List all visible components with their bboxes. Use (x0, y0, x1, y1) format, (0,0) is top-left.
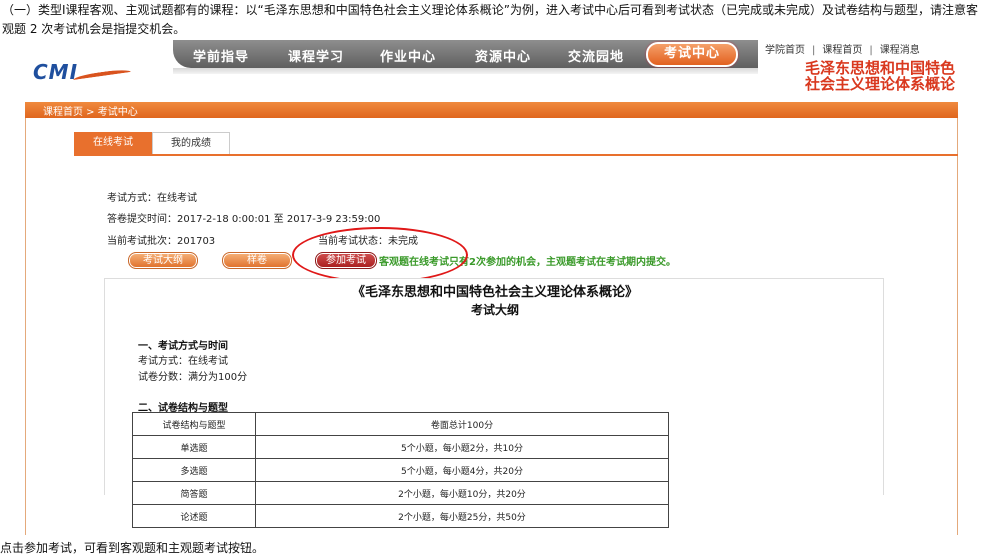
main-nav: 学前指导 课程学习 作业中心 资源中心 交流园地 考试中心 (173, 40, 758, 68)
logo-text: CMI (33, 60, 79, 84)
table-cell: 5个小题，每小题2分，共10分 (255, 435, 669, 459)
course-title-line2: 社会主义理论体系概论 (804, 75, 955, 93)
table-cell: 论述题 (132, 504, 256, 528)
table-cell: 5个小题，每小题4分，共20分 (255, 458, 669, 482)
highlight-circle (292, 227, 468, 283)
exam-outline-paper: 《毛泽东思想和中国特色社会主义理论体系概论》 考试大纲 一、考试方式与时间 考试… (104, 278, 884, 528)
table-row: 多选题 5个小题，每小题4分，共20分 (132, 458, 669, 482)
table-row: 简答题 2个小题，每小题10分，共20分 (132, 481, 669, 505)
nav-shadow (173, 68, 758, 74)
section-heading-1: 一、考试方式与时间 (138, 341, 228, 352)
nav-item-study[interactable]: 课程学习 (288, 46, 344, 65)
nav-item-resources[interactable]: 资源中心 (475, 46, 531, 65)
sample-paper-button[interactable]: 样卷 (222, 252, 292, 269)
top-links: 学院首页 | 课程首页 | 课程消息 (765, 41, 920, 56)
tab-my-scores[interactable]: 我的成绩 (152, 132, 230, 154)
nav-item-forum[interactable]: 交流园地 (568, 46, 624, 65)
table-cell: 简答题 (132, 481, 256, 505)
breadcrumb[interactable]: 课程首页 > 考试中心 (43, 103, 138, 118)
table-cell: 2个小题，每小题10分，共20分 (255, 481, 669, 505)
table-cell: 多选题 (132, 458, 256, 482)
course-title-line1: 毛泽东思想和中国特色 (804, 59, 955, 77)
breadcrumb-bar: 课程首页 > 考试中心 (25, 102, 958, 118)
paper-title: 《毛泽东思想和中国特色社会主义理论体系概论》 (351, 285, 638, 300)
exam-score-line: 试卷分数：满分为100分 (138, 372, 248, 383)
exam-outline-button[interactable]: 考试大纲 (128, 252, 198, 269)
course-title: 毛泽东思想和中国特色 社会主义理论体系概论 (773, 60, 955, 92)
intro-text: （一）类型Ⅰ课程客观、主观试题都有的课程：以“毛泽东思想和中国特色社会主义理论体… (2, 3, 978, 36)
structure-table: 试卷结构与题型 卷面总计100分 单选题 5个小题，每小题2分，共10分 多选题… (132, 412, 669, 528)
exam-mode: 考试方式：在线考试 (107, 193, 197, 204)
link-college-home[interactable]: 学院首页 (765, 45, 805, 56)
table-cell: 卷面总计100分 (255, 412, 669, 436)
caption-text: 点击参加考试，可看到客观题和主观题考试按钮。 (0, 541, 265, 555)
table-row: 论述题 2个小题，每小题25分，共50分 (132, 504, 669, 528)
logo-swoosh-icon (72, 68, 132, 84)
exam-center-content: 在线考试 我的成绩 考试方式：在线考试 答卷提交时间：2017-2-18 0:0… (25, 118, 958, 535)
table-cell: 2个小题，每小题25分，共50分 (255, 504, 669, 528)
tab-underline (74, 154, 958, 156)
link-course-messages[interactable]: 课程消息 (880, 45, 920, 56)
table-row: 试卷结构与题型 卷面总计100分 (132, 412, 669, 436)
tab-online-exam[interactable]: 在线考试 (74, 132, 152, 154)
exam-mode-line: 考试方式：在线考试 (138, 356, 228, 367)
paper-subtitle: 考试大纲 (470, 303, 519, 317)
exam-batch: 当前考试批次：201703 (107, 236, 216, 247)
table-row: 单选题 5个小题，每小题2分，共10分 (132, 435, 669, 459)
table-cell: 试卷结构与题型 (132, 412, 256, 436)
nav-item-guide[interactable]: 学前指导 (193, 46, 249, 65)
nav-item-exam-center[interactable]: 考试中心 (646, 42, 738, 67)
link-course-home[interactable]: 课程首页 (822, 45, 862, 56)
cmi-logo: CMI (33, 60, 133, 96)
submit-time: 答卷提交时间：2017-2-18 0:00:01 至 2017-3-9 23:5… (107, 214, 381, 225)
divider: | (812, 45, 816, 56)
table-cell: 单选题 (132, 435, 256, 459)
nav-item-homework[interactable]: 作业中心 (380, 46, 436, 65)
screenshot-frame: CMI 学前指导 课程学习 作业中心 资源中心 交流园地 考试中心 学院首页 | 课… (25, 40, 958, 535)
site-header: CMI 学前指导 课程学习 作业中心 资源中心 交流园地 考试中心 学院首页 | 课… (25, 40, 958, 100)
divider: | (869, 45, 873, 56)
